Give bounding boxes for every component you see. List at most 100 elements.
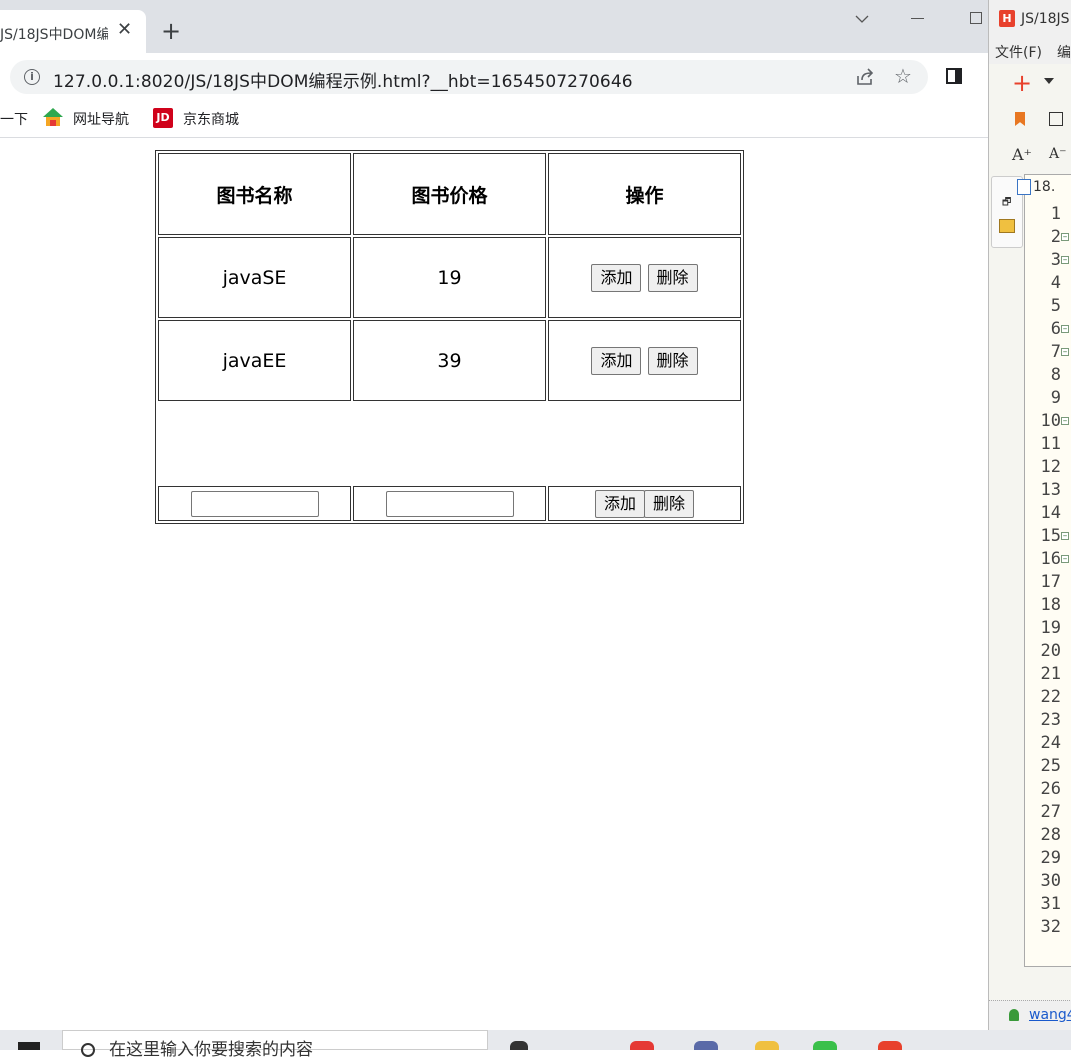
house-icon xyxy=(43,108,63,126)
menu-file[interactable]: 文件(F) xyxy=(995,42,1042,62)
book-price-cell: 19 xyxy=(353,237,546,318)
chevron-down-icon[interactable] xyxy=(853,10,871,28)
column-header: 图书名称 xyxy=(158,153,351,235)
bookmark-item[interactable]: 京东商城 xyxy=(183,109,239,129)
line-numbers: 1 2− 3− 4 5 6− 7− 8 9 10− 11 12 13 14 15− 16− 17 18 19 20 21… xyxy=(1025,203,1069,939)
bookmark-item[interactable]: 一下 xyxy=(0,109,28,129)
cortana-icon[interactable] xyxy=(510,1041,528,1050)
line-number: 3− xyxy=(1050,250,1069,270)
taskbar-search[interactable]: 在这里输入你要搜索的内容 xyxy=(62,1030,488,1060)
file-icon xyxy=(1017,179,1031,195)
line-number: 10− xyxy=(1040,411,1069,431)
new-tab-icon[interactable]: + xyxy=(161,18,181,44)
actions-cell: 添加 删除 xyxy=(548,237,741,318)
input-actions-cell: 添加 删除 xyxy=(548,486,741,521)
chevron-down-icon[interactable] xyxy=(1044,78,1054,84)
book-price-cell: 39 xyxy=(353,320,546,401)
jd-logo-icon: JD xyxy=(153,108,173,128)
line-number: 11 xyxy=(1040,434,1061,454)
fold-toggle-icon[interactable]: − xyxy=(1061,532,1069,540)
code-editor[interactable]: 18. 1 2− 3− 4 5 6− 7− 8 9 10− 11 12 13 14 15− 16− 17 18 19… xyxy=(1017,174,1071,967)
browser-tab[interactable]: JS/18JS中DOM编程示例 ✕ xyxy=(0,10,146,53)
table-header-row: 图书名称 图书价格 操作 xyxy=(158,153,741,235)
windows-start-icon[interactable] xyxy=(18,1042,40,1050)
app-icon[interactable] xyxy=(694,1041,718,1050)
line-number: 32 xyxy=(1040,917,1061,937)
folder-icon[interactable] xyxy=(755,1041,779,1050)
ide-title: JS/18JS xyxy=(1021,11,1070,27)
line-number: 4 xyxy=(1050,273,1061,293)
delete-button[interactable]: 删除 xyxy=(644,489,695,518)
hbuilder-logo-icon: H xyxy=(999,10,1015,27)
folder-icon[interactable] xyxy=(999,219,1015,233)
minimize-icon[interactable] xyxy=(911,18,924,19)
line-number: 2− xyxy=(1050,227,1069,247)
font-decrease-icon[interactable]: A⁻ xyxy=(1049,146,1067,162)
line-number: 1 xyxy=(1050,204,1061,224)
font-increase-icon[interactable]: A⁺ xyxy=(1012,145,1032,164)
file-tab[interactable]: 18. xyxy=(1033,179,1055,195)
side-panel-icon[interactable] xyxy=(946,68,962,84)
add-button[interactable]: 添加 xyxy=(591,346,642,375)
export-icon[interactable] xyxy=(1049,112,1063,126)
fold-toggle-icon[interactable]: − xyxy=(1061,256,1069,264)
name-input-cell xyxy=(158,486,351,521)
ide-window: H JS/18JS 文件(F) 编 + A⁺ A⁻ 🗗 18. 1 2−3−4 5 6… xyxy=(988,0,1071,1030)
maximize-icon[interactable] xyxy=(970,12,982,24)
bookmarks-bar: 一下 网址导航 JD 京东商城 xyxy=(0,100,988,138)
empty-cell xyxy=(158,403,741,484)
chrome-icon[interactable] xyxy=(630,1041,654,1050)
line-number: 13 xyxy=(1040,480,1061,500)
search-placeholder: 在这里输入你要搜索的内容 xyxy=(109,1040,313,1060)
fold-toggle-icon[interactable]: − xyxy=(1061,348,1069,356)
search-icon xyxy=(81,1043,95,1057)
line-number: 12 xyxy=(1040,457,1061,477)
line-number: 24 xyxy=(1040,733,1061,753)
button-group: 添加 删除 xyxy=(594,489,695,518)
bookmark-item[interactable]: 网址导航 xyxy=(73,109,129,129)
restore-icon[interactable]: 🗗 xyxy=(1002,195,1011,212)
line-number: 7− xyxy=(1050,342,1069,362)
table-row: javaEE 39 添加 删除 xyxy=(158,320,741,401)
line-number: 9 xyxy=(1050,388,1061,408)
delete-button[interactable]: 删除 xyxy=(647,346,698,375)
ide-toolbar: + xyxy=(989,64,1071,100)
tab-title: JS/18JS中DOM编程示例 xyxy=(0,27,108,43)
line-number: 28 xyxy=(1040,825,1061,845)
close-icon[interactable]: ✕ xyxy=(117,20,132,40)
book-name-input[interactable] xyxy=(190,490,319,517)
empty-row xyxy=(158,403,741,484)
share-icon[interactable] xyxy=(856,68,876,86)
book-name-cell: javaSE xyxy=(158,237,351,318)
book-price-input[interactable] xyxy=(385,490,514,517)
fold-toggle-icon[interactable]: − xyxy=(1061,417,1069,425)
menu-edit[interactable]: 编 xyxy=(1057,42,1071,62)
bookmark-icon[interactable] xyxy=(1015,112,1025,126)
wechat-icon[interactable] xyxy=(813,1041,837,1050)
line-number: 31 xyxy=(1040,894,1061,914)
fold-toggle-icon[interactable]: − xyxy=(1061,325,1069,333)
fold-toggle-icon[interactable]: − xyxy=(1061,555,1069,563)
add-button[interactable]: 添加 xyxy=(594,489,645,518)
address-text[interactable]: 127.0.0.1:8020/JS/18JS中DOM编程示例.html?__hb… xyxy=(53,67,633,92)
line-number: 29 xyxy=(1040,848,1061,868)
new-icon[interactable]: + xyxy=(1012,71,1032,95)
info-icon[interactable]: i xyxy=(24,69,40,85)
fold-toggle-icon[interactable]: − xyxy=(1061,233,1069,241)
line-number: 23 xyxy=(1040,710,1061,730)
line-number: 22 xyxy=(1040,687,1061,707)
ide-menubar: 文件(F) 编 xyxy=(989,38,1071,64)
line-number: 30 xyxy=(1040,871,1061,891)
delete-button[interactable]: 删除 xyxy=(647,263,698,292)
actions-cell: 添加 删除 xyxy=(548,320,741,401)
line-number: 26 xyxy=(1040,779,1061,799)
user-icon xyxy=(1009,1009,1019,1021)
hbuilder-icon[interactable] xyxy=(878,1041,902,1050)
address-bar[interactable]: i 127.0.0.1:8020/JS/18JS中DOM编程示例.html?__… xyxy=(10,60,928,94)
add-button[interactable]: 添加 xyxy=(591,263,642,292)
line-number: 17 xyxy=(1040,572,1061,592)
line-number: 25 xyxy=(1040,756,1061,776)
user-link[interactable]: wang4 xyxy=(1029,1007,1071,1023)
star-icon[interactable]: ☆ xyxy=(894,64,912,88)
line-number: 27 xyxy=(1040,802,1061,822)
